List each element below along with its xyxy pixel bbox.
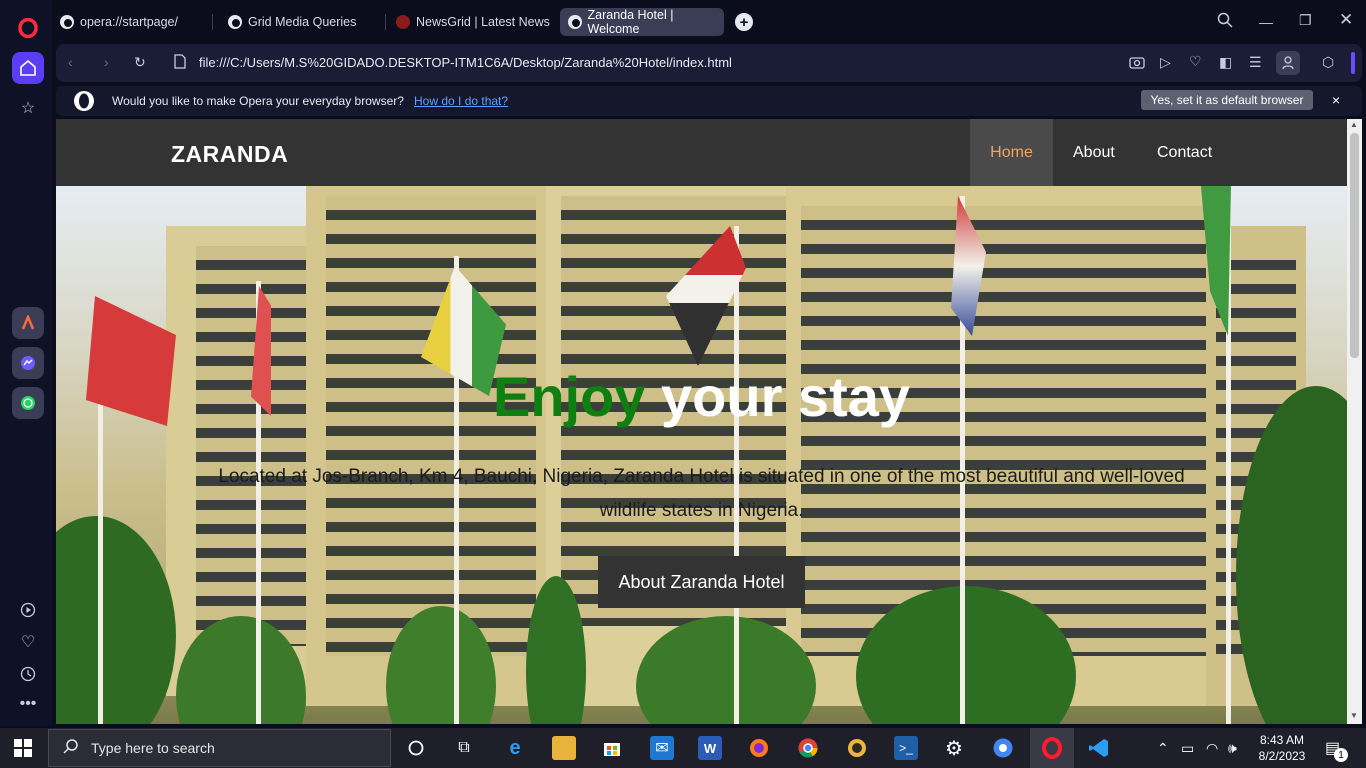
aria-icon[interactable]	[12, 307, 44, 339]
forward-icon[interactable]: ›	[104, 54, 109, 70]
vpn-shield-icon[interactable]	[845, 736, 869, 760]
scroll-down-icon[interactable]: ▼	[1350, 711, 1358, 720]
scroll-up-icon[interactable]: ▲	[1350, 120, 1358, 129]
firefox-icon[interactable]	[747, 736, 771, 760]
hero-description: Located at Jos-Branch, Km 4, Bauchi, Nig…	[218, 466, 1185, 521]
opera-sidebar: ☆ ♡ •••	[0, 0, 52, 726]
volume-icon[interactable]: 🕪	[1228, 740, 1237, 757]
site-navbar: ZARANDA Home About Contact	[56, 119, 1347, 186]
player-icon[interactable]	[12, 594, 44, 626]
opera-taskbar-icon[interactable]	[1030, 728, 1074, 768]
whatsapp-icon[interactable]	[12, 387, 44, 419]
heart-icon[interactable]: ♡	[12, 626, 44, 658]
edge-icon[interactable]: e	[503, 736, 527, 760]
newsgrid-favicon-icon	[396, 15, 410, 29]
taskbar-clock[interactable]: 8:43 AM 8/2/2023	[1252, 732, 1312, 764]
mail-icon[interactable]: ✉	[650, 736, 674, 760]
opera-o-icon	[72, 90, 96, 117]
hero-section: Enjoy your stay Located at Jos-Branch, K…	[56, 186, 1347, 724]
page-scrollbar[interactable]: ▲ ▼	[1347, 119, 1362, 724]
tab-newsgrid[interactable]: NewsGrid | Latest News	[388, 8, 553, 36]
opera-logo-icon[interactable]	[12, 12, 44, 44]
infobar-close-icon[interactable]: ×	[1332, 92, 1340, 108]
tab-title: opera://startpage/	[80, 15, 178, 29]
new-tab-button[interactable]: +	[735, 13, 753, 31]
scroll-thumb[interactable]	[1350, 133, 1359, 358]
powershell-icon[interactable]: >_	[894, 736, 918, 760]
restore-icon[interactable]: ❐	[1299, 12, 1312, 29]
tab-zaranda-hotel[interactable]: Zaranda Hotel | Welcome	[560, 8, 724, 36]
tab-strip: opera://startpage/ Grid Media Queries Ne…	[52, 0, 1366, 42]
infobar-message: Would you like to make Opera your everyd…	[112, 94, 404, 108]
hero-title-highlight: Enjoy	[492, 365, 646, 428]
address-bar: ‹ › ↻ file:///C:/Users/M.S%20GIDADO.DESK…	[56, 44, 1362, 82]
taskbar-search-box[interactable]: Type here to search	[48, 729, 391, 767]
bookmark-heart-icon[interactable]: ♡	[1189, 53, 1202, 70]
globe-icon	[228, 15, 242, 29]
about-hotel-button[interactable]: About Zaranda Hotel	[598, 556, 805, 608]
search-icon	[63, 738, 79, 759]
hero-title: Enjoy your stay	[56, 364, 1347, 429]
microsoft-store-icon[interactable]	[600, 736, 624, 760]
minimize-icon[interactable]: —	[1259, 14, 1273, 30]
notification-count-badge: 1	[1334, 748, 1348, 762]
web-page: ZARANDA Home About Contact Enjoy your st…	[56, 119, 1347, 724]
more-icon[interactable]: •••	[12, 688, 44, 720]
battery-icon[interactable]: ▭	[1181, 740, 1194, 757]
messenger-icon[interactable]	[12, 347, 44, 379]
profile-icon[interactable]	[1276, 51, 1300, 75]
task-view-icon[interactable]: ⧉	[452, 736, 476, 760]
page-icon	[174, 54, 186, 72]
close-window-icon[interactable]: ✕	[1339, 10, 1353, 30]
reload-icon[interactable]: ↻	[134, 54, 146, 71]
home-icon[interactable]	[12, 52, 44, 84]
hero-title-rest: your stay	[645, 365, 911, 428]
word-icon[interactable]: W	[698, 736, 722, 760]
url-field[interactable]: file:///C:/Users/M.S%20GIDADO.DESKTOP-IT…	[199, 55, 732, 70]
clock-date: 8/2/2023	[1258, 749, 1306, 763]
vscode-icon[interactable]	[1087, 736, 1111, 760]
globe-icon	[568, 15, 582, 29]
show-hidden-icons[interactable]: ⌃	[1157, 740, 1169, 757]
file-explorer-icon[interactable]	[552, 736, 576, 760]
site-brand[interactable]: ZARANDA	[171, 141, 288, 168]
windows-taskbar: Type here to search ⧉ e ✉ W >_ ⚙ ⌃ ▭ ◠ 🕪…	[0, 728, 1366, 768]
set-default-button[interactable]: Yes, set it as default browser	[1141, 90, 1313, 110]
back-icon[interactable]: ‹	[68, 54, 73, 70]
tab-title: Zaranda Hotel | Welcome	[587, 8, 674, 36]
globe-icon	[60, 15, 74, 29]
send-icon[interactable]: ▷	[1160, 54, 1171, 71]
taskbar-search-placeholder: Type here to search	[91, 740, 215, 756]
tab-title: NewsGrid | Latest News	[416, 15, 550, 29]
cortana-icon[interactable]	[404, 736, 428, 760]
extensions-icon[interactable]: ⬡	[1322, 54, 1334, 71]
sidebar-toggle[interactable]	[1351, 52, 1355, 74]
infobar-help-link[interactable]: How do I do that?	[414, 94, 508, 108]
wifi-icon[interactable]: ◠	[1206, 740, 1218, 757]
star-icon[interactable]: ☆	[12, 92, 44, 124]
nav-contact[interactable]: Contact	[1157, 119, 1212, 186]
tab-title: Grid Media Queries	[248, 15, 357, 29]
settings-gear-icon[interactable]: ⚙	[942, 736, 966, 760]
default-browser-infobar: Would you like to make Opera your everyd…	[56, 86, 1362, 116]
windows-start-icon[interactable]	[14, 739, 32, 762]
nav-about[interactable]: About	[1073, 119, 1115, 186]
chrome-icon[interactable]	[796, 736, 820, 760]
tab-grid-media-queries[interactable]: Grid Media Queries	[220, 8, 380, 36]
nav-home[interactable]: Home	[970, 119, 1053, 186]
easy-setup-icon[interactable]: ☰	[1249, 54, 1262, 71]
history-icon[interactable]	[12, 658, 44, 690]
battery-saver-icon[interactable]: ◧	[1219, 54, 1232, 71]
tab-startpage[interactable]: opera://startpage/	[52, 8, 202, 36]
clock-time: 8:43 AM	[1259, 733, 1305, 747]
search-tabs-icon[interactable]	[1217, 12, 1233, 32]
chrome-profile-icon[interactable]	[991, 736, 1015, 760]
camera-icon[interactable]	[1129, 55, 1145, 72]
